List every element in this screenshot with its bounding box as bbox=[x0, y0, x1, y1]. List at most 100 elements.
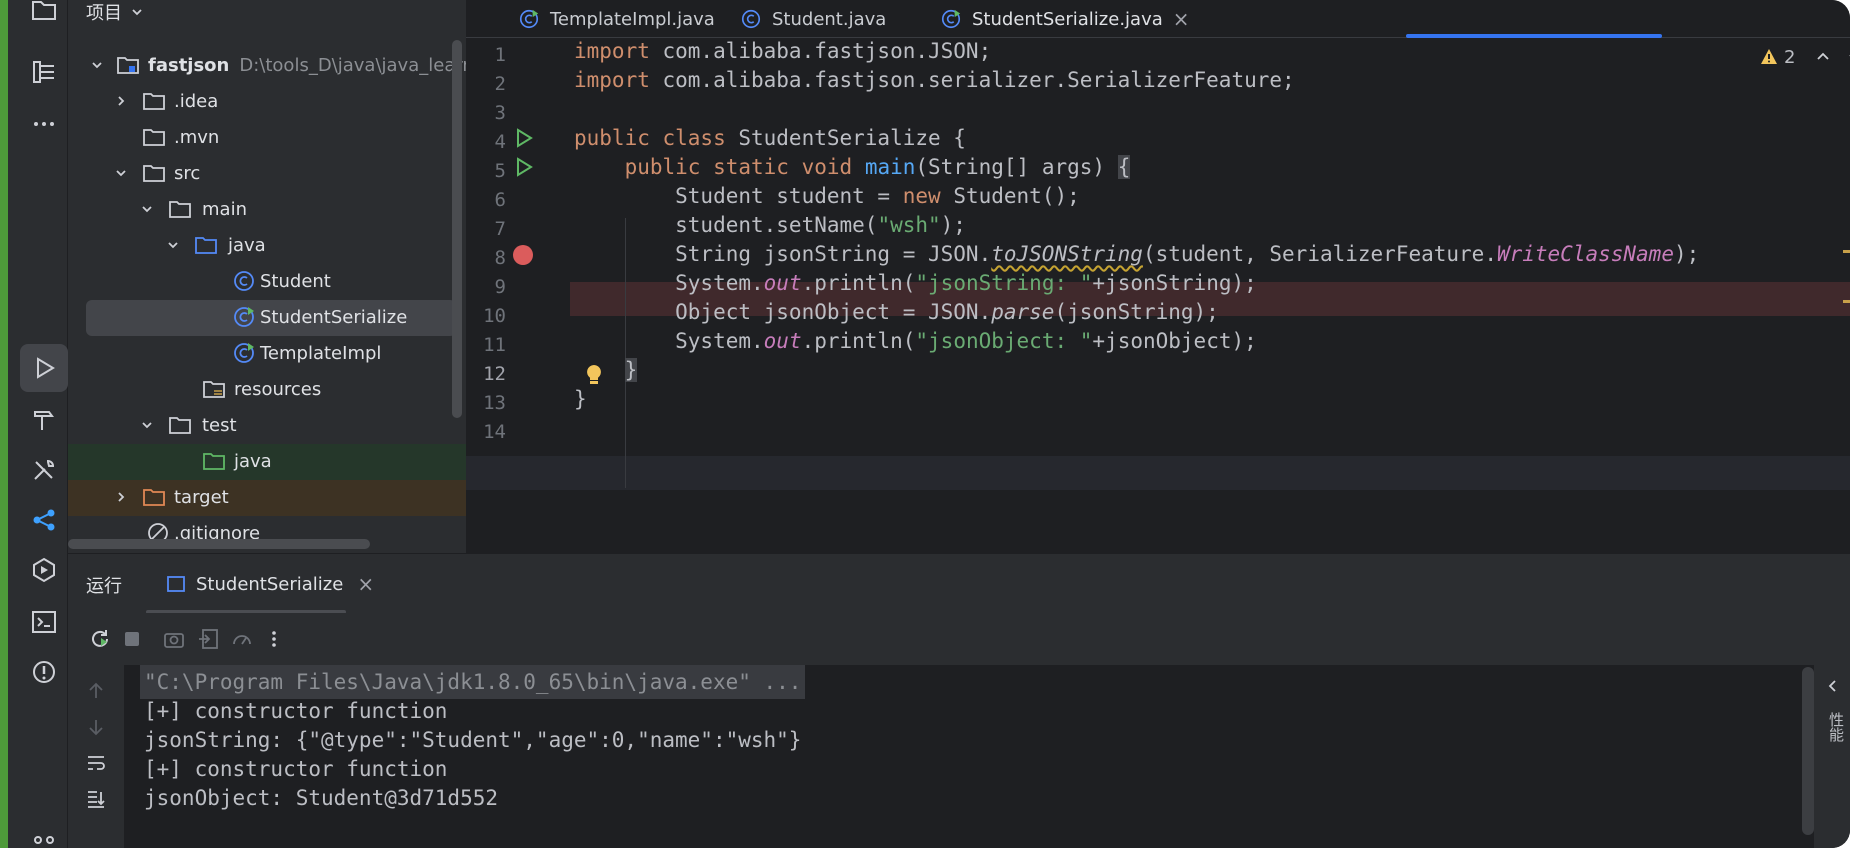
folder-icon bbox=[143, 93, 165, 110]
screenshot-icon[interactable] bbox=[160, 625, 188, 653]
console-vertical-scrollbar[interactable] bbox=[1802, 667, 1814, 835]
tree-item-src[interactable]: src bbox=[68, 156, 466, 190]
project-path: D:\tools_D\java\java_learn\fa bbox=[239, 54, 466, 76]
tree-item-test-java[interactable]: java bbox=[68, 444, 466, 478]
chevron-right-icon[interactable] bbox=[112, 488, 130, 506]
ide-window: 项目 fastjson D:\tools_D\java\java_learn\fa… bbox=[0, 0, 1850, 848]
code-editor[interactable]: 1 2 3 4 5 6 7 8 9 10 11 12 13 14 2 impor… bbox=[466, 38, 1850, 553]
excluded-folder-icon bbox=[143, 489, 165, 506]
soft-wrap-icon[interactable] bbox=[82, 749, 110, 777]
more-tools-icon[interactable] bbox=[20, 100, 68, 148]
tree-item-label: target bbox=[174, 486, 229, 508]
test-source-folder-icon bbox=[203, 453, 225, 470]
folder-icon bbox=[143, 129, 165, 146]
scroll-to-end-icon[interactable] bbox=[82, 785, 110, 813]
run-icon[interactable] bbox=[20, 344, 68, 392]
warning-count: 2 bbox=[1784, 46, 1796, 68]
build-hammer-icon[interactable] bbox=[20, 396, 68, 444]
chevron-down-icon[interactable] bbox=[138, 416, 156, 434]
arrow-down-icon[interactable] bbox=[82, 713, 110, 741]
chevron-down-icon[interactable] bbox=[138, 200, 156, 218]
code-line: } bbox=[574, 387, 587, 411]
runnable-class-icon bbox=[234, 307, 254, 327]
tree-item-mvn[interactable]: .mvn bbox=[68, 120, 466, 154]
share-vcs-icon[interactable] bbox=[20, 496, 68, 544]
tab-studentserialize[interactable]: StudentSerialize.java × bbox=[940, 0, 1190, 38]
run-panel-title: 运行 bbox=[86, 576, 122, 597]
restore-layout-icon[interactable] bbox=[194, 625, 222, 653]
folder-icon bbox=[143, 165, 165, 182]
performance-tab[interactable]: 性能 bbox=[1826, 712, 1847, 742]
tree-item-studentserialize[interactable]: StudentSerialize bbox=[68, 300, 466, 334]
arrow-up-icon[interactable] bbox=[82, 677, 110, 705]
console-icon bbox=[167, 576, 185, 592]
tree-item-main[interactable]: main bbox=[68, 192, 466, 226]
tree-item-student[interactable]: Student bbox=[68, 264, 466, 298]
run-panel-header: 运行 StudentSerialize × bbox=[68, 553, 1850, 614]
console-output[interactable]: "C:\Program Files\Java\jdk1.8.0_65\bin\j… bbox=[124, 665, 1850, 848]
tab-student[interactable]: Student.java bbox=[740, 0, 886, 38]
run-tab-label: StudentSerialize bbox=[196, 573, 344, 595]
runnable-class-icon bbox=[941, 9, 961, 29]
tree-item-label: java bbox=[228, 234, 266, 256]
source-folder-icon bbox=[195, 237, 217, 254]
warnings-indicator[interactable]: 2 bbox=[1760, 38, 1850, 76]
tree-item-java[interactable]: java bbox=[68, 228, 466, 262]
project-horizontal-scrollbar[interactable] bbox=[68, 539, 370, 549]
tree-item-target[interactable]: target bbox=[68, 480, 466, 514]
profiler-icon[interactable] bbox=[228, 625, 256, 653]
code-line: System.out.println("jsonObject: "+jsonOb… bbox=[574, 329, 1257, 353]
problems-icon[interactable] bbox=[20, 648, 68, 696]
project-header[interactable]: 项目 bbox=[86, 0, 144, 24]
chevron-down-icon[interactable] bbox=[164, 236, 182, 254]
current-line-highlight bbox=[466, 456, 1850, 490]
chevron-down-icon[interactable] bbox=[112, 164, 130, 182]
line-number: 14 bbox=[483, 421, 506, 443]
tree-item-label: Student bbox=[260, 270, 331, 292]
run-tab-studentserialize[interactable]: StudentSerialize × bbox=[166, 572, 374, 596]
run-tab-close-button[interactable]: × bbox=[357, 572, 374, 596]
tab-close-button[interactable]: × bbox=[1173, 7, 1190, 31]
editor-gutter[interactable]: 1 2 3 4 5 6 7 8 9 10 11 12 13 14 bbox=[466, 38, 570, 553]
more-options-icon[interactable] bbox=[260, 625, 288, 653]
activity-bar bbox=[8, 0, 68, 848]
tree-item-label: fastjson bbox=[148, 54, 230, 76]
right-tool-strip bbox=[1814, 665, 1850, 848]
warning-icon bbox=[1761, 49, 1777, 64]
rerun-icon[interactable] bbox=[86, 625, 114, 653]
tab-label: StudentSerialize.java bbox=[972, 8, 1163, 30]
tree-item-label: .idea bbox=[174, 90, 219, 112]
chevron-left-icon[interactable] bbox=[1826, 679, 1840, 693]
breakpoint-icon[interactable] bbox=[512, 244, 534, 266]
tree-item-resources[interactable]: resources bbox=[68, 372, 466, 406]
tab-templateimpl[interactable]: TemplateImpl.java bbox=[518, 0, 715, 38]
run-gutter-icon[interactable] bbox=[514, 157, 534, 177]
warning-stripe-mark[interactable] bbox=[1843, 300, 1850, 303]
class-icon bbox=[234, 271, 254, 291]
tree-item-label: resources bbox=[234, 378, 322, 400]
tree-item-templateimpl[interactable]: TemplateImpl bbox=[68, 336, 466, 370]
chevron-down-icon[interactable] bbox=[88, 56, 106, 74]
folder-icon bbox=[169, 201, 191, 218]
stop-icon[interactable] bbox=[118, 625, 146, 653]
structure-icon[interactable] bbox=[20, 48, 68, 96]
project-folder-icon[interactable] bbox=[20, 0, 68, 34]
warning-stripe-mark[interactable] bbox=[1843, 250, 1850, 253]
git-icon[interactable] bbox=[20, 820, 68, 848]
project-title: 项目 bbox=[86, 3, 122, 24]
run-gutter-icon[interactable] bbox=[514, 128, 534, 148]
code-line: import com.alibaba.fastjson.serializer.S… bbox=[574, 68, 1295, 92]
project-vertical-scrollbar[interactable] bbox=[452, 40, 462, 418]
tree-item-idea[interactable]: .idea bbox=[68, 84, 466, 118]
debug-services-icon[interactable] bbox=[20, 546, 68, 594]
tree-item-test[interactable]: test bbox=[68, 408, 466, 442]
run-toolbar bbox=[68, 613, 1850, 665]
module-folder-icon bbox=[117, 57, 139, 74]
services-wrench-icon[interactable] bbox=[20, 446, 68, 494]
console-line: jsonObject: Student@3d71d552 bbox=[144, 786, 499, 810]
terminal-icon[interactable] bbox=[20, 598, 68, 646]
tree-item-fastjson[interactable]: fastjson D:\tools_D\java\java_learn\fa bbox=[68, 48, 466, 82]
chevron-right-icon[interactable] bbox=[112, 92, 130, 110]
resources-folder-icon bbox=[203, 381, 225, 398]
chevron-up-icon[interactable] bbox=[1815, 49, 1831, 65]
